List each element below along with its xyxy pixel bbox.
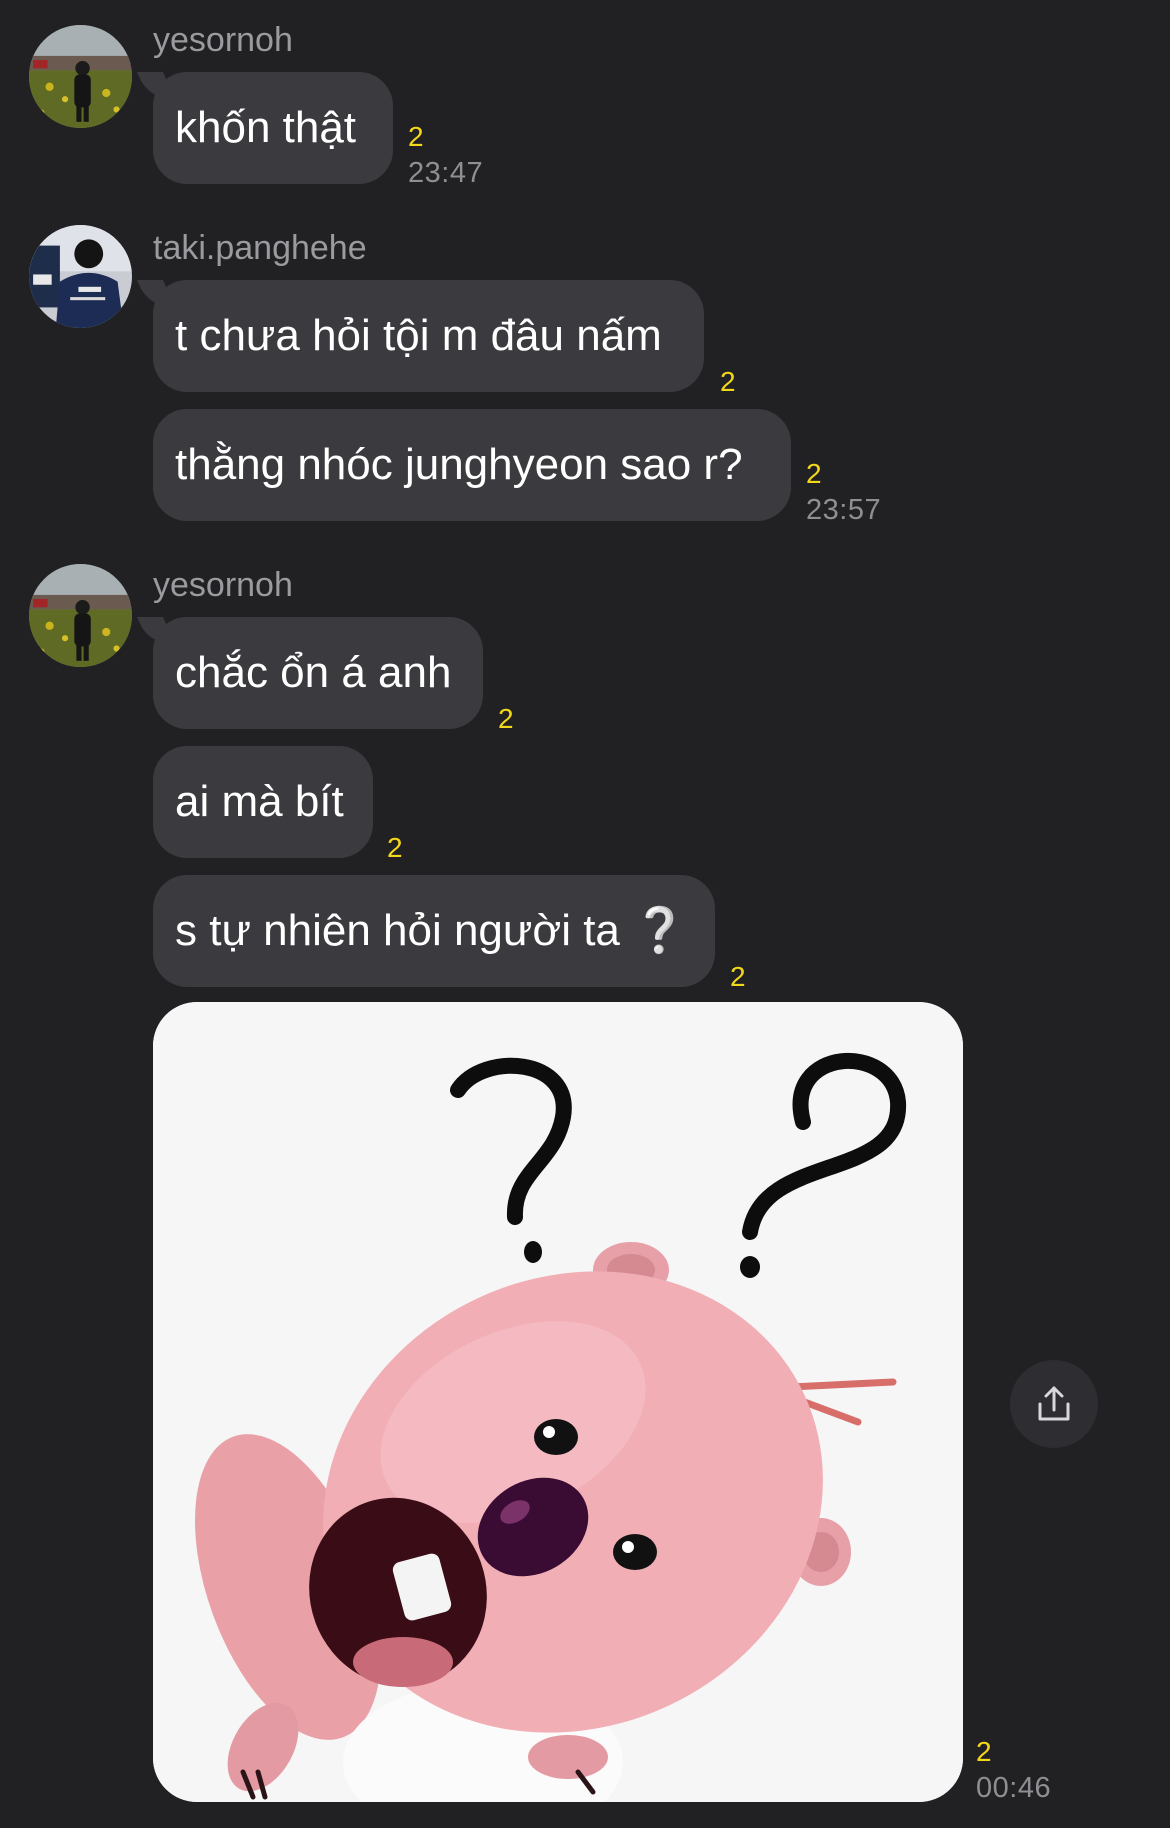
message-bubble[interactable]: ai mà bít <box>153 746 373 858</box>
sticker-image[interactable] <box>153 1002 963 1802</box>
sender-name: yesornoh <box>153 566 293 604</box>
unread-count: 2 <box>498 703 514 734</box>
unread-count: 2 <box>720 366 736 397</box>
unread-count: 2 <box>806 458 822 489</box>
user-avatar-field-icon <box>29 25 132 128</box>
avatar-taki-panghehe[interactable] <box>29 225 132 328</box>
message-time: 23:47 <box>408 157 484 189</box>
unread-count: 2 <box>408 121 424 152</box>
share-icon <box>1038 1386 1070 1421</box>
message-bubble[interactable]: s tự nhiên hỏi người ta ❔ <box>153 875 715 987</box>
message-bubble[interactable]: khốn thật <box>153 72 393 184</box>
message-bubble[interactable]: thằng nhóc junghyeon sao r? <box>153 409 791 521</box>
unread-count: 2 <box>730 961 746 992</box>
avatar-yesornoh[interactable] <box>29 564 132 667</box>
message-time: 00:46 <box>976 1772 1052 1804</box>
message-bubble[interactable]: chắc ổn á anh <box>153 617 483 729</box>
message-time: 23:57 <box>806 494 882 526</box>
sender-name: yesornoh <box>153 21 293 59</box>
user-avatar-field-icon <box>29 564 132 667</box>
confused-pink-beaver-sticker <box>153 1002 963 1802</box>
sender-name: taki.panghehe <box>153 229 367 267</box>
avatar-yesornoh[interactable] <box>29 25 132 128</box>
share-button[interactable] <box>1010 1360 1098 1448</box>
unread-count: 2 <box>387 832 403 863</box>
message-bubble[interactable]: t chưa hỏi tội m đâu nấm <box>153 280 704 392</box>
user-avatar-jacket-icon <box>29 225 132 328</box>
unread-count: 2 <box>976 1736 992 1767</box>
